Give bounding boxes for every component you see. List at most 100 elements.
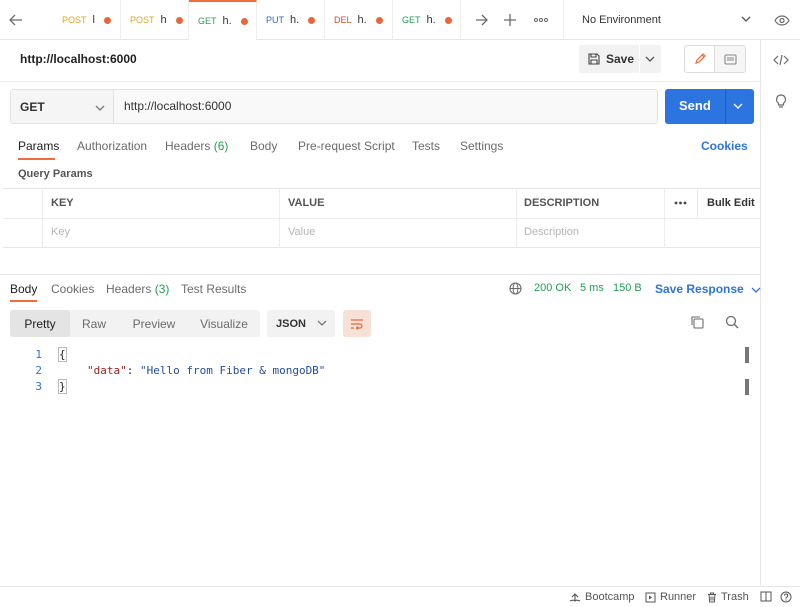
- view-visualize[interactable]: Visualize: [196, 310, 252, 337]
- two-pane-icon[interactable]: [760, 591, 772, 602]
- url-bar: GET http://localhost:6000: [10, 89, 658, 124]
- unsaved-dot-icon: [240, 17, 248, 25]
- save-button[interactable]: Save: [579, 45, 661, 73]
- tab-name: h.: [222, 15, 232, 27]
- right-sidebar: [760, 40, 800, 586]
- line-number: 2: [35, 364, 42, 377]
- request-tab-3[interactable]: GET h.: [189, 0, 257, 40]
- unsaved-dot-icon: [175, 16, 183, 24]
- trash-button[interactable]: Trash: [707, 591, 749, 603]
- tab-authorization[interactable]: Authorization: [77, 139, 147, 153]
- json-key: "data": [87, 364, 127, 377]
- edit-pencil-icon[interactable]: [685, 46, 715, 72]
- save-response-button[interactable]: Save Response: [655, 282, 761, 296]
- response-tab-cookies[interactable]: Cookies: [51, 282, 94, 296]
- send-button[interactable]: Send: [665, 89, 754, 124]
- url-input[interactable]: http://localhost:6000: [124, 99, 231, 113]
- chevron-down-icon: [751, 282, 761, 296]
- column-options-icon[interactable]: [674, 201, 687, 205]
- tab-name: h.: [426, 14, 436, 26]
- tab-name: l: [92, 14, 95, 26]
- copy-icon[interactable]: [690, 315, 704, 332]
- column-header-key: KEY: [51, 197, 74, 209]
- value-input[interactable]: Value: [288, 226, 315, 238]
- response-tab-test-results[interactable]: Test Results: [181, 282, 246, 296]
- search-icon[interactable]: [725, 315, 739, 332]
- unsaved-dot-icon: [444, 16, 452, 24]
- save-disk-icon: [588, 53, 600, 65]
- tab-method: POST: [62, 15, 87, 25]
- method-select[interactable]: GET: [11, 90, 114, 123]
- tab-method: POST: [130, 15, 155, 25]
- view-preview[interactable]: Preview: [128, 310, 180, 337]
- view-raw[interactable]: Raw: [74, 310, 114, 337]
- tab-name: h: [160, 14, 167, 26]
- description-input[interactable]: Description: [524, 226, 579, 238]
- tab-headers[interactable]: Headers (6): [165, 139, 228, 153]
- code-line: 1 {: [0, 347, 740, 364]
- response-tab-body[interactable]: Body: [10, 282, 37, 296]
- unsaved-dot-icon: [308, 16, 316, 24]
- format-select[interactable]: JSON: [267, 310, 335, 337]
- column-header-value: VALUE: [288, 197, 325, 209]
- bulk-edit-button[interactable]: Bulk Edit: [707, 197, 755, 209]
- response-time[interactable]: 5 ms: [580, 282, 604, 294]
- chevron-down-icon: [741, 13, 751, 25]
- response-tab-headers[interactable]: Headers (3): [106, 282, 169, 296]
- request-tab-5[interactable]: DEL h.: [325, 0, 393, 40]
- code-line: 3 }: [0, 379, 740, 396]
- lightbulb-icon[interactable]: [761, 94, 800, 109]
- bootcamp-icon: [569, 592, 581, 602]
- tab-method: GET: [402, 15, 421, 25]
- runner-icon: [645, 592, 656, 602]
- tab-body[interactable]: Body: [250, 139, 277, 153]
- status-code[interactable]: 200 OK: [534, 282, 571, 294]
- json-separator: :: [126, 364, 140, 377]
- chevron-down-icon: [95, 100, 105, 114]
- column-header-description: DESCRIPTION: [524, 197, 600, 209]
- view-mode-toggle: [684, 45, 746, 73]
- request-tab-4[interactable]: PUT h.: [257, 0, 325, 40]
- code-text: {: [58, 347, 67, 362]
- method-label: GET: [20, 99, 45, 114]
- tab-params[interactable]: Params: [18, 139, 59, 153]
- cookies-link[interactable]: Cookies: [701, 139, 748, 153]
- line-number: 3: [35, 380, 42, 393]
- new-tab-plus-icon[interactable]: [497, 0, 523, 40]
- documentation-icon[interactable]: [715, 46, 745, 72]
- forward-arrow-icon[interactable]: [468, 0, 494, 40]
- tab-method: PUT: [266, 15, 284, 25]
- tab-pre-request-script[interactable]: Pre-request Script: [298, 139, 395, 153]
- back-arrow-icon[interactable]: [0, 0, 32, 40]
- unsaved-dot-icon: [375, 16, 383, 24]
- request-tab-2[interactable]: POST h: [121, 0, 189, 40]
- chevron-down-icon[interactable]: [733, 98, 743, 112]
- scrollbar-marker: [745, 347, 749, 363]
- environment-selector[interactable]: No Environment: [563, 0, 765, 40]
- pane-divider[interactable]: [0, 274, 760, 275]
- key-input[interactable]: Key: [51, 226, 70, 238]
- response-size[interactable]: 150 B: [613, 282, 642, 294]
- request-title: http://localhost:6000: [20, 52, 137, 66]
- runner-button[interactable]: Runner: [645, 591, 696, 603]
- more-tabs-icon[interactable]: [528, 0, 554, 40]
- chevron-down-icon: [317, 317, 327, 329]
- request-tab-6[interactable]: GET h.: [393, 0, 461, 40]
- wrap-lines-button[interactable]: [343, 310, 371, 337]
- active-tab-indicator: [18, 158, 55, 160]
- chevron-down-icon[interactable]: [645, 56, 655, 62]
- code-line: 2 "data": "Hello from Fiber & mongoDB": [0, 364, 740, 380]
- divider: [0, 81, 760, 82]
- eye-icon[interactable]: [768, 0, 796, 40]
- globe-icon[interactable]: [509, 282, 522, 295]
- code-snippet-icon[interactable]: [761, 54, 800, 66]
- view-pretty[interactable]: Pretty: [10, 310, 70, 337]
- help-icon[interactable]: [780, 591, 792, 603]
- json-value: "Hello from Fiber & mongoDB": [140, 364, 326, 377]
- scrollbar-marker: [745, 379, 749, 395]
- unsaved-dot-icon: [103, 16, 111, 24]
- request-tab-1[interactable]: POST l: [53, 0, 121, 40]
- bootcamp-button[interactable]: Bootcamp: [569, 591, 635, 603]
- tab-settings[interactable]: Settings: [460, 139, 503, 153]
- tab-tests[interactable]: Tests: [412, 139, 440, 153]
